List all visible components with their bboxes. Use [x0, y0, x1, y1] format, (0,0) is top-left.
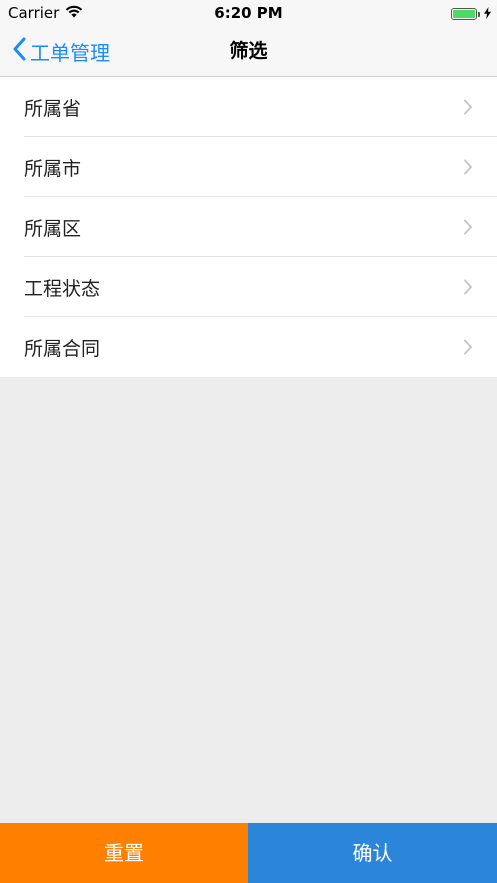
filter-list: 所属省 所属市 所属区 工程状态 所属合同	[0, 77, 497, 377]
filter-row-district[interactable]: 所属区	[0, 197, 497, 257]
filter-row-label: 所属省	[24, 97, 82, 120]
chevron-right-icon	[463, 339, 473, 355]
filter-screen: Carrier 6:20 PM 工单管理 筛选 所属省 所属市 所属区 工程状态…	[0, 0, 497, 883]
battery-icon	[451, 8, 480, 20]
filter-row-label: 所属市	[24, 157, 82, 180]
filter-row-project-status[interactable]: 工程状态	[0, 257, 497, 317]
action-bar: 重置 确认	[0, 823, 497, 883]
back-button[interactable]: 工单管理	[12, 26, 110, 76]
navigation-bar: 工单管理 筛选	[0, 26, 497, 77]
reset-button[interactable]: 重置	[0, 823, 248, 883]
filter-row-contract[interactable]: 所属合同	[0, 317, 497, 377]
filter-row-province[interactable]: 所属省	[0, 77, 497, 137]
battery-group	[451, 5, 491, 23]
filter-row-label: 所属区	[24, 217, 82, 240]
chevron-left-icon	[12, 37, 26, 66]
filter-row-city[interactable]: 所属市	[0, 137, 497, 197]
charging-bolt-icon	[484, 5, 491, 23]
status-bar: Carrier 6:20 PM	[0, 0, 497, 26]
battery-level	[453, 10, 475, 18]
chevron-right-icon	[463, 99, 473, 115]
filter-row-label: 工程状态	[24, 277, 101, 300]
back-button-label: 工单管理	[30, 40, 110, 65]
chevron-right-icon	[463, 219, 473, 235]
confirm-button[interactable]: 确认	[248, 823, 497, 883]
filter-row-label: 所属合同	[24, 337, 101, 360]
chevron-right-icon	[463, 279, 473, 295]
chevron-right-icon	[463, 159, 473, 175]
clock: 6:20 PM	[214, 4, 283, 22]
